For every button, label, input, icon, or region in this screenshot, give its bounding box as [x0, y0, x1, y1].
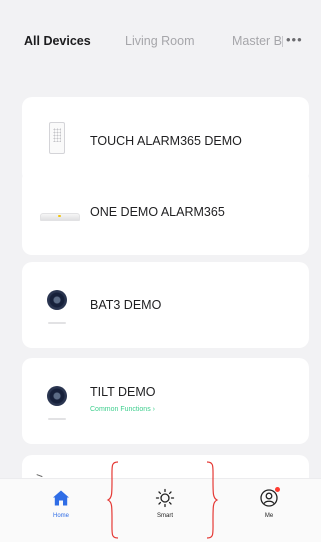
more-dots-icon[interactable]: •••	[286, 32, 303, 47]
device-name: ONE DEMO ALARM365	[90, 205, 225, 219]
camera-icon	[47, 386, 67, 406]
nav-me-label: Me	[264, 513, 274, 519]
tab-living-room[interactable]: Living Room	[125, 34, 194, 48]
device-card-tilt[interactable]: TILT DEMO Common Functions ›	[22, 358, 309, 444]
notification-badge	[275, 487, 280, 492]
tab-master-bedroom[interactable]: Master Bedroom	[232, 34, 282, 48]
device-name: TILT DEMO	[90, 385, 156, 399]
room-tabs: All Devices Living Room Master Bedroom •…	[0, 0, 321, 82]
device-card-one-demo[interactable]: ONE DEMO ALARM365	[22, 169, 309, 255]
annotation-brace-right	[206, 461, 219, 539]
tab-divider	[282, 36, 283, 47]
camera-stand	[48, 322, 66, 324]
camera-stand	[48, 418, 66, 420]
tab-all-devices[interactable]: All Devices	[24, 34, 91, 48]
touch-panel-icon	[49, 122, 65, 154]
camera-icon	[47, 290, 67, 310]
sun-icon	[155, 488, 175, 508]
nav-me[interactable]: Me	[239, 479, 299, 542]
common-functions-link[interactable]: Common Functions ›	[90, 406, 155, 413]
nav-home-label: Home	[52, 513, 69, 519]
device-name: BAT3 DEMO	[90, 298, 162, 312]
bottom-nav: Home Smart Me	[0, 478, 321, 542]
nav-home[interactable]: Home	[31, 479, 91, 542]
annotation-brace-left	[106, 461, 119, 539]
base-station-icon	[40, 213, 80, 221]
home-icon	[53, 490, 69, 506]
device-card-bat3[interactable]: BAT3 DEMO	[22, 262, 309, 348]
nav-smart[interactable]: Smart	[135, 479, 195, 542]
nav-smart-label: Smart	[156, 513, 173, 519]
